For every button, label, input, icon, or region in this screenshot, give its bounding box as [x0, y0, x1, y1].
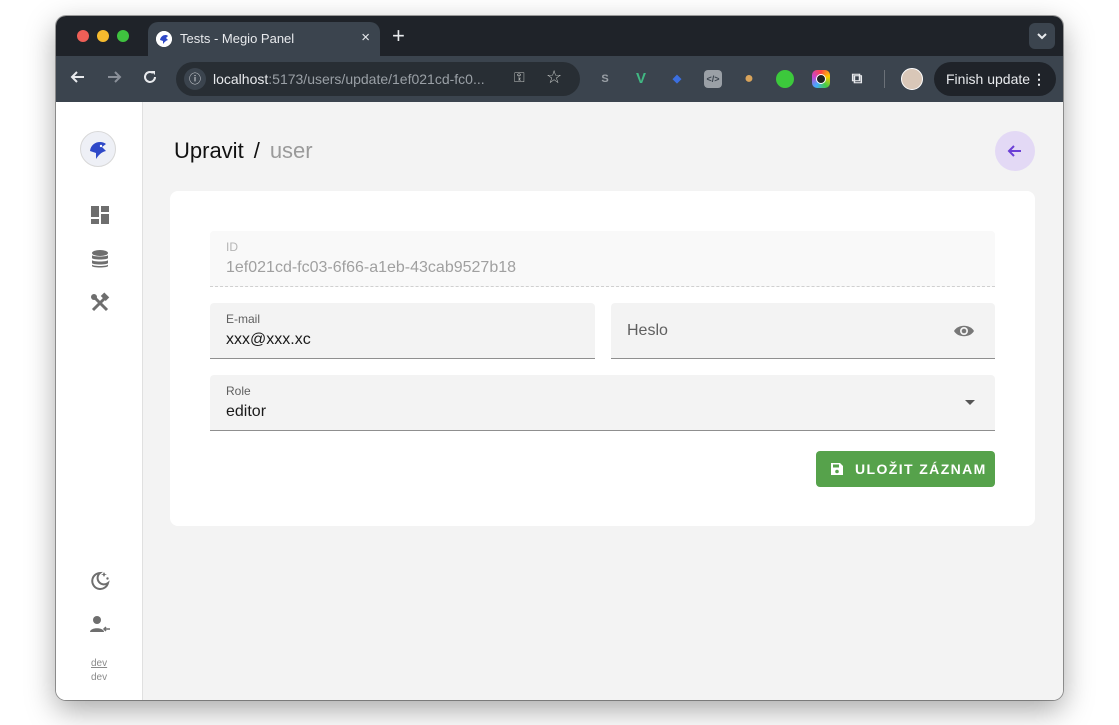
browser-tab[interactable]: Tests - Megio Panel ×	[148, 22, 380, 56]
tab-search-button[interactable]	[1029, 23, 1055, 49]
reload-icon	[144, 71, 156, 83]
site-info-icon[interactable]: ⓘ	[184, 68, 206, 90]
tools-icon[interactable]	[89, 292, 111, 314]
breadcrumb-parent: Upravit	[174, 138, 244, 163]
tag-extension-icon[interactable]: ◆	[668, 70, 686, 88]
arrow-right-icon	[108, 71, 122, 83]
breadcrumb-current: user	[269, 138, 313, 163]
breadcrumb: Upravit / user	[174, 138, 313, 164]
save-icon	[831, 463, 843, 475]
password-field[interactable]: Heslo	[611, 303, 995, 359]
arrow-left-icon	[70, 71, 84, 83]
profile-avatar[interactable]	[901, 68, 923, 90]
bookmark-star-icon[interactable]: ☆	[546, 67, 562, 88]
edit-form-card: ID 1ef021cd-fc03-6f66-a1eb-43cab9527b18 …	[170, 191, 1035, 526]
id-field: ID 1ef021cd-fc03-6f66-a1eb-43cab9527b18	[210, 231, 995, 287]
dark-mode-icon[interactable]	[89, 570, 111, 592]
logout-icon[interactable]	[89, 614, 111, 636]
browser-window: Tests - Megio Panel × + ⓘ localhost:5173…	[56, 16, 1063, 700]
role-select[interactable]: Role editor	[210, 375, 995, 431]
dashboard-icon[interactable]	[89, 204, 111, 226]
browser-toolbar: ⓘ localhost:5173/users/update/1ef021cd-f…	[56, 56, 1063, 102]
app-page: dev dev Upravit / user ID 1ef021cd-fc03-6f…	[56, 102, 1063, 700]
save-button[interactable]: ULOŽIT ZÁZNAM	[816, 451, 995, 487]
id-value: 1ef021cd-fc03-6f66-a1eb-43cab9527b18	[226, 259, 517, 276]
save-label: ULOŽIT ZÁZNAM	[855, 461, 987, 477]
chevron-down-icon	[1037, 33, 1047, 40]
code-extension-icon[interactable]: </>	[704, 70, 722, 88]
dropdown-caret-icon[interactable]	[965, 400, 975, 406]
env-label: dev	[91, 672, 108, 683]
finish-update-button[interactable]: Finish update ⋮	[934, 62, 1056, 96]
back-button[interactable]	[67, 68, 89, 90]
breadcrumb-separator: /	[253, 138, 260, 163]
email-field[interactable]: E-mail xxx@xxx.xc	[210, 303, 595, 359]
forward-button[interactable]	[103, 68, 125, 90]
arrow-left-icon	[1007, 145, 1021, 157]
url-host: localhost	[213, 71, 269, 87]
browser-menu-icon[interactable]: ⋮	[1032, 62, 1046, 96]
eye-icon[interactable]	[953, 323, 975, 339]
reload-button[interactable]	[139, 68, 161, 90]
role-label: Role	[226, 384, 251, 398]
extensions-puzzle-icon[interactable]: ⧉	[848, 70, 866, 88]
minimize-window-button[interactable]	[97, 30, 109, 42]
megio-favicon-icon	[156, 31, 172, 47]
id-label: ID	[226, 240, 238, 254]
address-bar[interactable]: ⓘ localhost:5173/users/update/1ef021cd-f…	[176, 62, 580, 96]
url-text[interactable]: localhost:5173/users/update/1ef021cd-fc0…	[213, 71, 485, 87]
role-value: editor	[226, 403, 267, 420]
tab-title: Tests - Megio Panel	[180, 31, 295, 46]
svelte-extension-icon[interactable]: S	[596, 70, 614, 88]
env-link[interactable]: dev	[91, 658, 107, 669]
email-label: E-mail	[226, 312, 261, 326]
toolbar-divider	[884, 70, 885, 88]
password-placeholder: Heslo	[627, 322, 668, 339]
maximize-window-button[interactable]	[117, 30, 129, 42]
cookie-extension-icon[interactable]: ●	[740, 70, 758, 88]
email-value[interactable]: xxx@xxx.xc	[226, 331, 311, 349]
shark-logo-icon	[90, 142, 106, 159]
finish-update-label: Finish update	[946, 71, 1031, 87]
new-tab-button[interactable]: +	[392, 23, 405, 49]
sidebar: dev dev	[56, 102, 143, 700]
back-to-list-button[interactable]	[995, 131, 1035, 171]
thumbs-up-extension-icon[interactable]	[776, 70, 794, 88]
app-logo[interactable]	[80, 131, 116, 167]
vue-extension-icon[interactable]: V	[632, 70, 650, 88]
tab-close-icon[interactable]: ×	[361, 29, 370, 46]
close-window-button[interactable]	[77, 30, 89, 42]
database-icon[interactable]	[89, 248, 111, 270]
color-picker-extension-icon[interactable]	[812, 70, 830, 88]
password-key-icon[interactable]: ⚿	[514, 69, 525, 86]
tab-strip: Tests - Megio Panel × +	[56, 16, 1063, 56]
url-path: :5173/users/update/1ef021cd-fc0...	[268, 71, 485, 87]
